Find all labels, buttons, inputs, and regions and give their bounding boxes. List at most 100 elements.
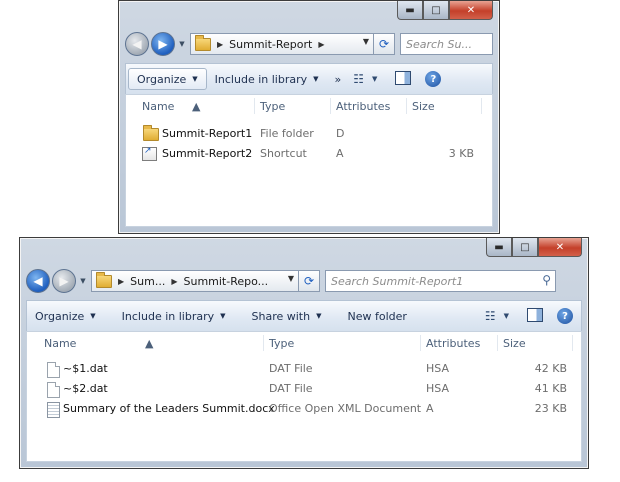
refresh-button[interactable]: ⟳ xyxy=(299,270,320,292)
file-attributes: D xyxy=(336,127,345,140)
breadcrumb-separator[interactable]: ▶ xyxy=(217,40,223,49)
chevron-down-icon: ▼ xyxy=(192,75,198,83)
include-in-library-button[interactable]: Include in library ▼ xyxy=(207,73,327,86)
forward-button[interactable]: ▶ xyxy=(151,32,175,56)
maximize-button[interactable]: □ xyxy=(423,1,449,20)
list-item[interactable]: Summary of the Leaders Summit.docx Offic… xyxy=(27,399,581,419)
file-list: ▲ Name Type Attributes Size ~$1.dat DAT … xyxy=(26,331,582,462)
file-type: Shortcut xyxy=(260,147,307,160)
file-name: Summit-Report2 xyxy=(162,147,253,160)
address-row: ◀ ▶ ▼ ▶ Sum... ▶ Summit-Repo... ▼ ⟳ Sear… xyxy=(26,268,582,294)
file-name: ~$1.dat xyxy=(63,362,108,375)
more-commands-button[interactable]: » xyxy=(327,73,350,86)
column-name[interactable]: Name xyxy=(142,100,174,113)
chevron-down-icon[interactable]: ▼ xyxy=(504,312,509,320)
breadcrumb-separator[interactable]: ▶ xyxy=(118,277,124,286)
column-size[interactable]: Size xyxy=(412,100,435,113)
column-header: ▲ Name Type Attributes Size xyxy=(27,332,581,354)
help-icon[interactable]: ? xyxy=(425,71,442,87)
address-dropdown-icon[interactable]: ▼ xyxy=(363,37,369,46)
file-list: ▲ Name Type Attributes Size Summit-Repor… xyxy=(125,94,493,227)
breadcrumb-summit-report1[interactable]: Summit-Repo... xyxy=(183,275,268,288)
column-header: ▲ Name Type Attributes Size xyxy=(126,95,492,117)
chevron-down-icon: ▼ xyxy=(316,312,322,320)
file-type: Office Open XML Document xyxy=(269,402,422,415)
column-size[interactable]: Size xyxy=(503,337,526,350)
search-input[interactable]: Search Summit-Report1 ⚲ xyxy=(325,270,556,292)
share-with-label: Share with xyxy=(251,309,311,323)
help-icon[interactable]: ? xyxy=(557,308,574,324)
folder-icon xyxy=(96,271,112,288)
close-button[interactable]: ✕ xyxy=(449,1,493,20)
file-name: Summary of the Leaders Summit.docx xyxy=(63,402,275,415)
window-caption-buttons: ▬ □ ✕ xyxy=(397,1,493,20)
command-bar: Organize ▼ Include in library ▼ » ☷ ▼ ? xyxy=(125,63,493,95)
close-button[interactable]: ✕ xyxy=(538,238,582,257)
column-type[interactable]: Type xyxy=(260,100,285,113)
address-bar[interactable]: ▶ Sum... ▶ Summit-Repo... ▼ xyxy=(91,270,299,292)
views-icon[interactable]: ☷ xyxy=(485,309,496,323)
sort-ascending-icon: ▲ xyxy=(145,337,154,350)
file-icon xyxy=(47,362,60,378)
search-icon[interactable]: ⚲ xyxy=(542,273,551,287)
share-with-button[interactable]: Share with ▼ xyxy=(244,310,330,323)
document-icon xyxy=(47,402,60,418)
forward-button[interactable]: ▶ xyxy=(52,269,76,293)
recent-pages-dropdown[interactable]: ▼ xyxy=(78,277,88,285)
list-item[interactable]: ~$1.dat DAT File HSA 42 KB xyxy=(27,359,581,379)
folder-icon xyxy=(143,125,159,141)
file-size: 3 KB xyxy=(448,147,474,160)
column-name[interactable]: Name xyxy=(44,337,76,350)
column-type[interactable]: Type xyxy=(269,337,294,350)
organize-button[interactable]: Organize ▼ xyxy=(27,310,104,323)
file-type: DAT File xyxy=(269,362,313,375)
file-size: 41 KB xyxy=(534,382,567,395)
refresh-button[interactable]: ⟳ xyxy=(374,33,395,55)
new-folder-button[interactable]: New folder xyxy=(339,310,414,323)
minimize-button[interactable]: ▬ xyxy=(397,1,423,20)
file-name: ~$2.dat xyxy=(63,382,108,395)
breadcrumb-summit-report[interactable]: Summit-Report xyxy=(229,38,312,51)
chevron-down-icon: ▼ xyxy=(90,312,96,320)
file-type: DAT File xyxy=(269,382,313,395)
recent-pages-dropdown[interactable]: ▼ xyxy=(177,40,187,48)
list-item[interactable]: ~$2.dat DAT File HSA 41 KB xyxy=(27,379,581,399)
chevron-down-icon[interactable]: ▼ xyxy=(372,75,377,83)
chevron-down-icon: ▼ xyxy=(313,75,319,83)
back-button[interactable]: ◀ xyxy=(125,32,149,56)
address-dropdown-icon[interactable]: ▼ xyxy=(288,274,294,283)
address-bar[interactable]: ▶ Summit-Report ▶ ▼ xyxy=(190,33,374,55)
breadcrumb-separator[interactable]: ▶ xyxy=(171,277,177,286)
column-attributes[interactable]: Attributes xyxy=(336,100,390,113)
include-in-library-button[interactable]: Include in library ▼ xyxy=(114,310,234,323)
file-size: 42 KB xyxy=(534,362,567,375)
breadcrumb-separator[interactable]: ▶ xyxy=(318,40,324,49)
organize-label: Organize xyxy=(137,72,187,86)
address-row: ◀ ▶ ▼ ▶ Summit-Report ▶ ▼ ⟳ Search Su... xyxy=(125,31,493,57)
minimize-button[interactable]: ▬ xyxy=(486,238,512,257)
breadcrumb-parent[interactable]: Sum... xyxy=(130,275,165,288)
preview-pane-icon[interactable] xyxy=(395,70,412,85)
preview-pane-icon[interactable] xyxy=(527,307,544,322)
file-icon xyxy=(47,382,60,398)
window-caption-buttons: ▬ □ ✕ xyxy=(486,238,582,257)
file-name: Summit-Report1 xyxy=(162,127,253,140)
column-attributes[interactable]: Attributes xyxy=(426,337,480,350)
views-icon[interactable]: ☷ xyxy=(353,72,364,86)
explorer-window-summit-report: ▬ □ ✕ ◀ ▶ ▼ ▶ Summit-Report ▶ ▼ ⟳ Search… xyxy=(118,0,500,234)
file-attributes: HSA xyxy=(426,362,449,375)
command-bar: Organize ▼ Include in library ▼ Share wi… xyxy=(26,300,582,332)
list-item[interactable]: Summit-Report1 File folder D xyxy=(126,124,492,144)
include-in-library-label: Include in library xyxy=(214,72,308,86)
maximize-button[interactable]: □ xyxy=(512,238,538,257)
file-size: 23 KB xyxy=(534,402,567,415)
search-input[interactable]: Search Su... xyxy=(400,33,493,55)
organize-label: Organize xyxy=(35,309,85,323)
search-placeholder: Search Summit-Report1 xyxy=(331,274,464,288)
list-item[interactable]: Summit-Report2 Shortcut A 3 KB xyxy=(126,144,492,164)
back-button[interactable]: ◀ xyxy=(26,269,50,293)
file-attributes: HSA xyxy=(426,382,449,395)
organize-button[interactable]: Organize ▼ xyxy=(128,68,207,90)
folder-icon xyxy=(195,34,211,51)
chevron-down-icon: ▼ xyxy=(220,312,226,320)
